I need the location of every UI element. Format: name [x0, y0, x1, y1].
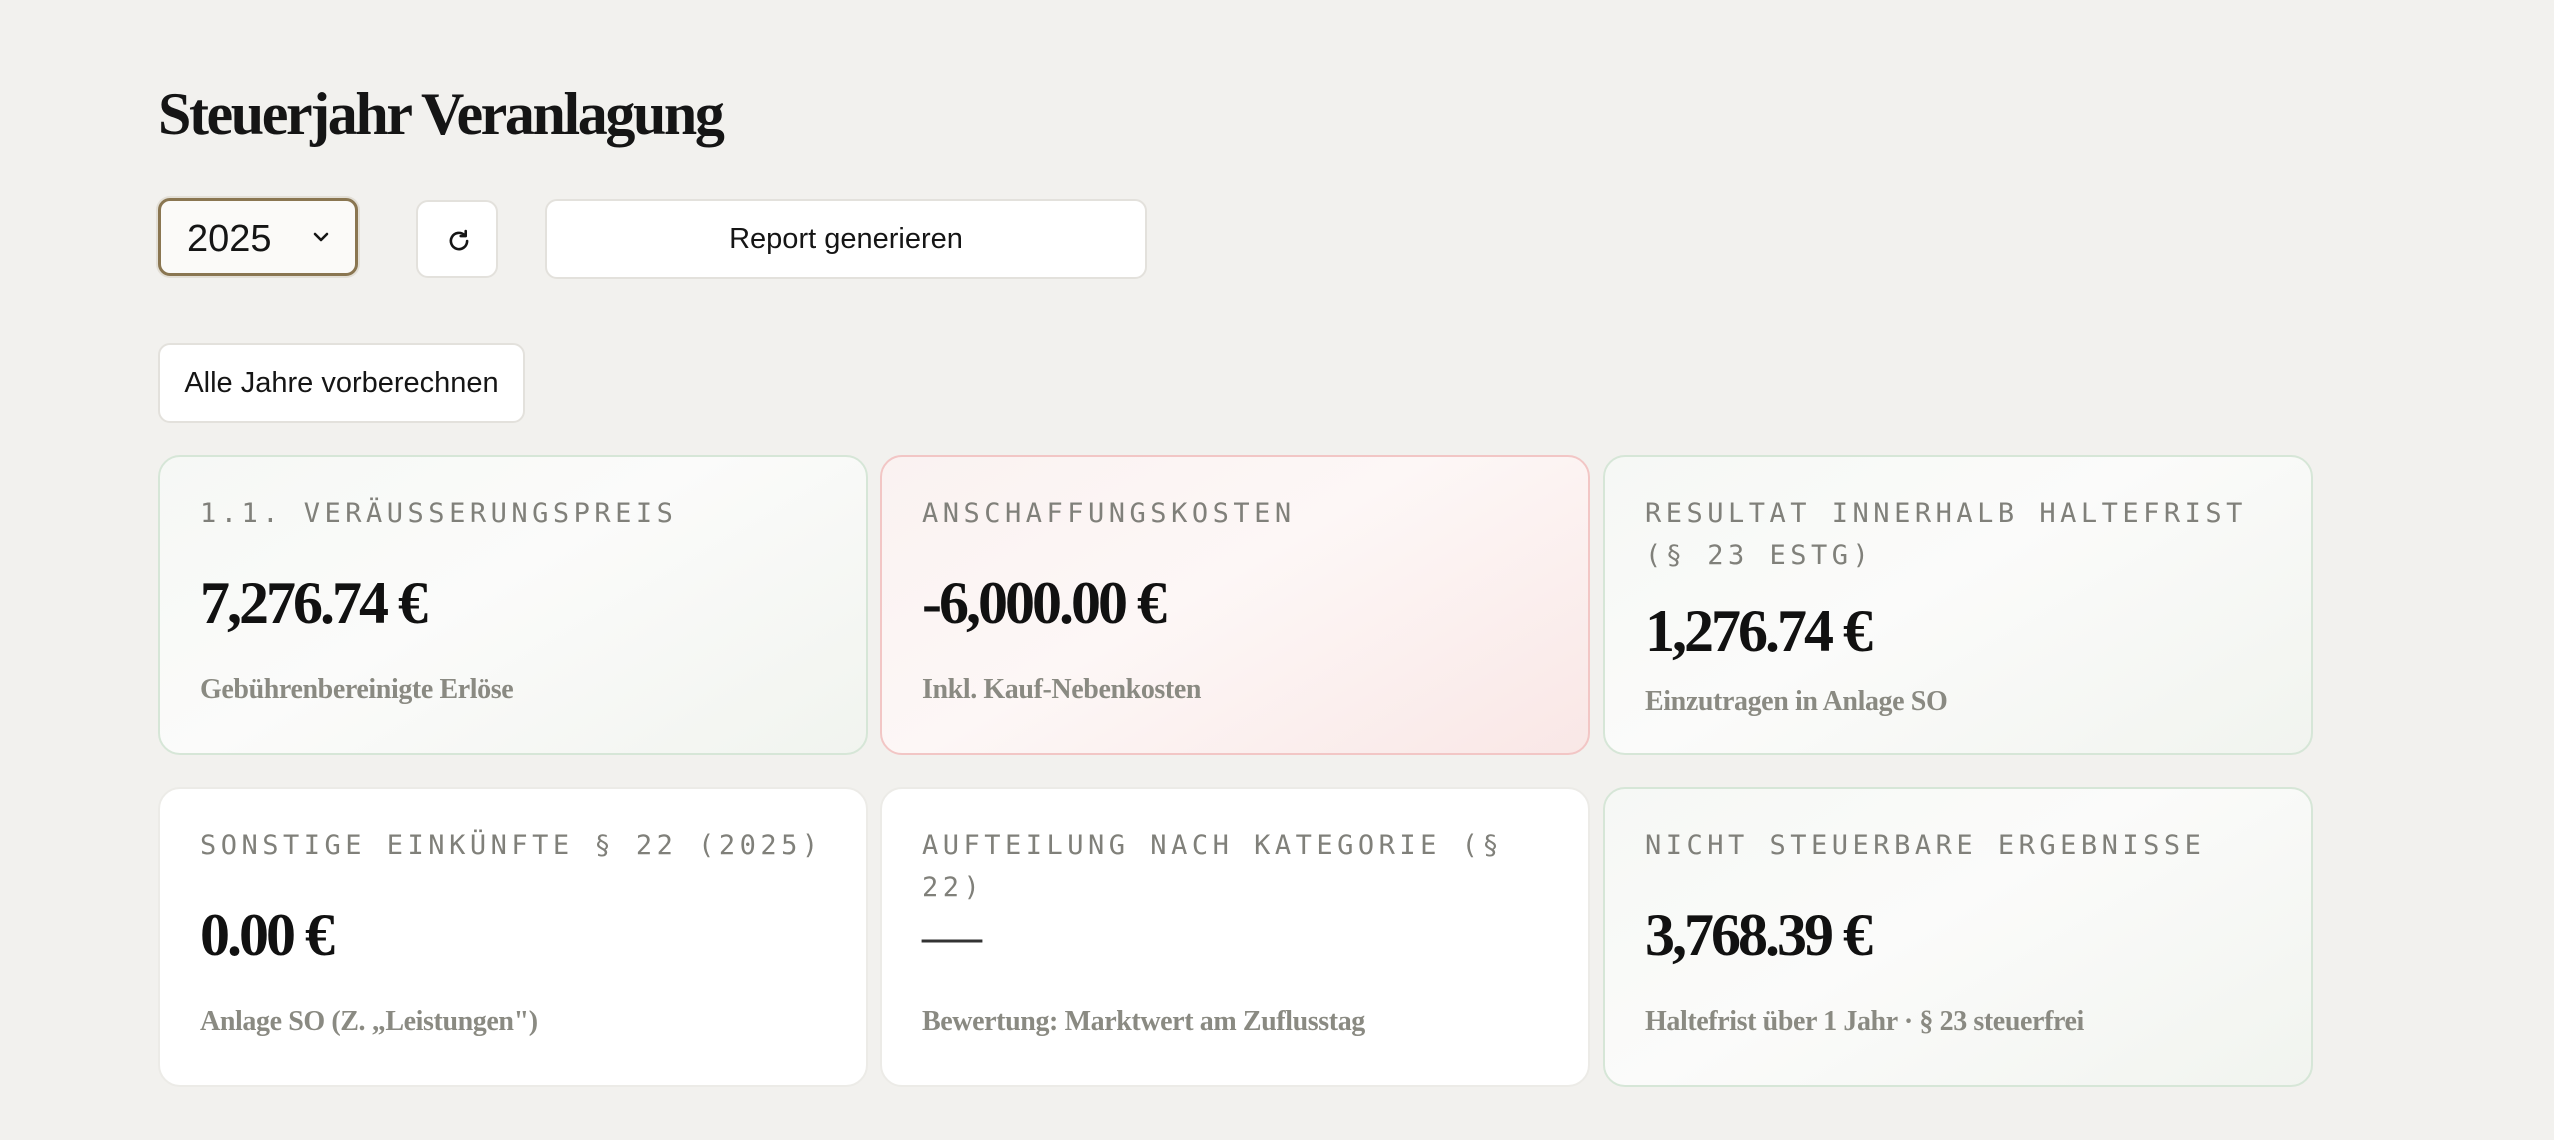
precompute-all-years-button[interactable]: Alle Jahre vorberechnen	[158, 343, 525, 423]
card-subtitle: Anlage SO (Z. „Leistungen")	[200, 1006, 538, 1037]
card-value: 3,768.39 €	[1645, 902, 1873, 968]
card-label: Resultat innerhalb Haltefrist (§ 23 EStG…	[1645, 498, 2247, 571]
card-subtitle: Bewertung: Marktwert am Zuflusstag	[922, 1006, 1365, 1037]
card-value: —	[922, 902, 982, 968]
year-select[interactable]: 2025	[158, 198, 358, 276]
card-value: 0.00 €	[200, 902, 335, 968]
card-subtitle: Gebührenbereinigte Erlöse	[200, 674, 514, 705]
chevron-down-icon	[313, 232, 329, 242]
year-select-value: 2025	[187, 218, 272, 260]
card-subtitle: Inkl. Kauf-Nebenkosten	[922, 674, 1202, 705]
page-title: Steuerjahr Veranlagung	[158, 81, 725, 147]
card-subtitle: Einzutragen in Anlage SO	[1645, 686, 1948, 717]
refresh-button[interactable]	[416, 200, 498, 278]
card-label: Aufteilung nach Kategorie (§ 22)	[922, 830, 1504, 903]
card-subtitle: Haltefrist über 1 Jahr · § 23 steuerfrei	[1645, 1006, 2084, 1037]
generate-report-button[interactable]: Report generieren	[545, 199, 1147, 279]
card-label: Nicht steuerbare Ergebnisse	[1645, 830, 2206, 861]
card-value: -6,000.00 €	[922, 570, 1167, 636]
card-value: 7,276.74 €	[200, 570, 428, 636]
card-label: Sonstige Einkünfte § 22 (2025)	[200, 830, 823, 861]
refresh-icon	[449, 229, 469, 251]
card-label: Anschaffungskosten	[922, 498, 1296, 529]
card-label: 1.1. Veräusserungspreis	[200, 498, 678, 529]
card-value: 1,276.74 €	[1645, 598, 1873, 664]
